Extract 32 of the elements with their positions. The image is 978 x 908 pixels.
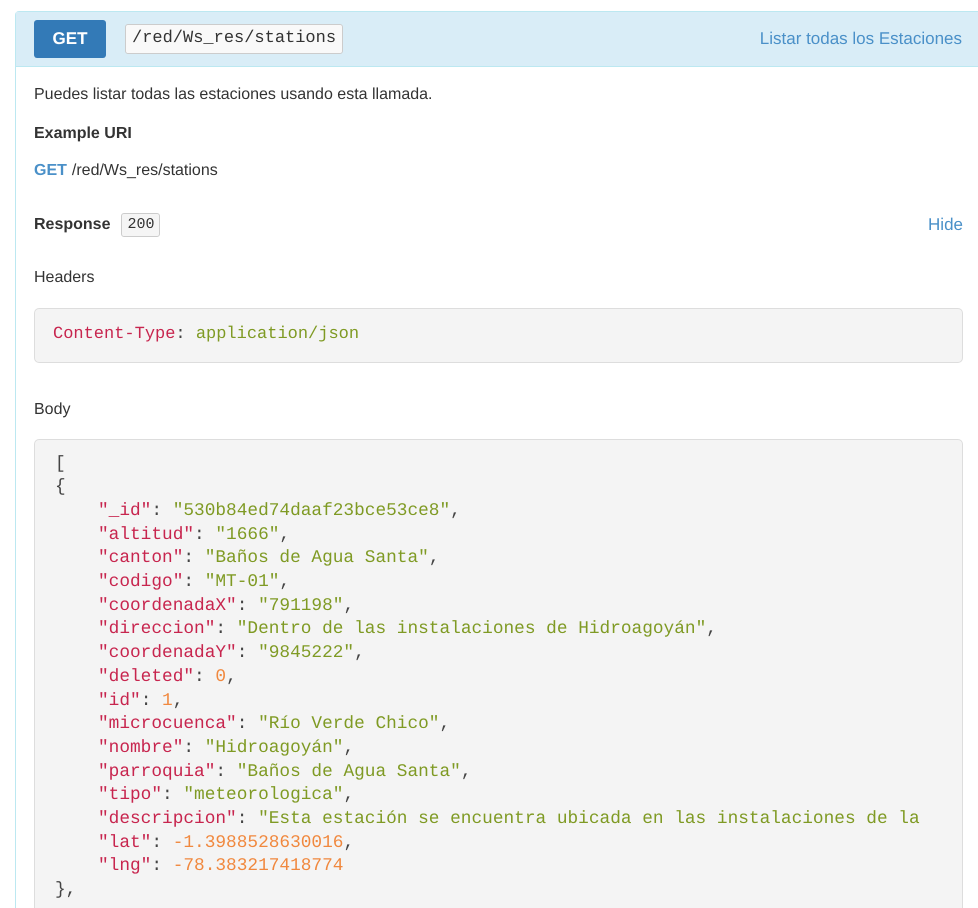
code-line: "nombre": "Hidroagoyán", — [98, 736, 354, 760]
code-line: [ — [55, 452, 66, 476]
status-code: 200 — [121, 212, 160, 237]
code-line: "coordenadaX": "791198", — [98, 594, 354, 618]
code-line: "coordenadaY": "9845222", — [98, 642, 365, 666]
code-line: "_id": "530b84ed74daaf23bce53ce8", — [98, 500, 461, 523]
code-line: "id": 1, — [98, 690, 184, 713]
response-label: Response — [34, 214, 110, 235]
code-line: "parroquia": "Baños de Agua Santa", — [98, 760, 472, 784]
hide-link[interactable]: Hide — [928, 212, 963, 238]
code-line: "codigo": "MT-01", — [98, 571, 290, 594]
headers-heading: Headers — [34, 268, 96, 288]
code-line: Content-Type: application/json — [53, 324, 360, 346]
example-path: /red/Ws_res/stations — [72, 161, 218, 181]
code-line: "deleted": 0, — [98, 666, 237, 689]
code-line: "lat": -1.3988528630016, — [98, 832, 354, 855]
code-line: "microcuenca": "Río Verde Chico", — [98, 713, 450, 736]
code-line: "descripcion": "Esta estación se encuentra ubicada en las instalaciones de la — [98, 808, 920, 832]
code-line: { — [55, 476, 66, 500]
method-badge: GET — [34, 20, 106, 58]
code-line: "altitud": "1666", — [98, 524, 290, 547]
code-line: "tipo": "meteorologica", — [98, 784, 354, 808]
endpoint-summary-link[interactable]: Listar todas los Estaciones — [760, 26, 962, 52]
example-method: GET — [34, 161, 67, 181]
example-uri-heading: Example URI — [34, 124, 133, 144]
code-line: "direccion": "Dentro de las instalaciones de Hidroagoyán", — [98, 618, 717, 642]
body-heading: Body — [34, 400, 72, 420]
code-line: "lng": -78.383217418774 — [98, 855, 344, 878]
code-line: }, — [55, 879, 76, 902]
endpoint-path: /red/Ws_res/stations — [125, 24, 344, 54]
code-line: "canton": "Baños de Agua Santa", — [98, 547, 440, 570]
description-text: Puedes listar todas las estaciones usando esta llamada. — [34, 85, 434, 105]
